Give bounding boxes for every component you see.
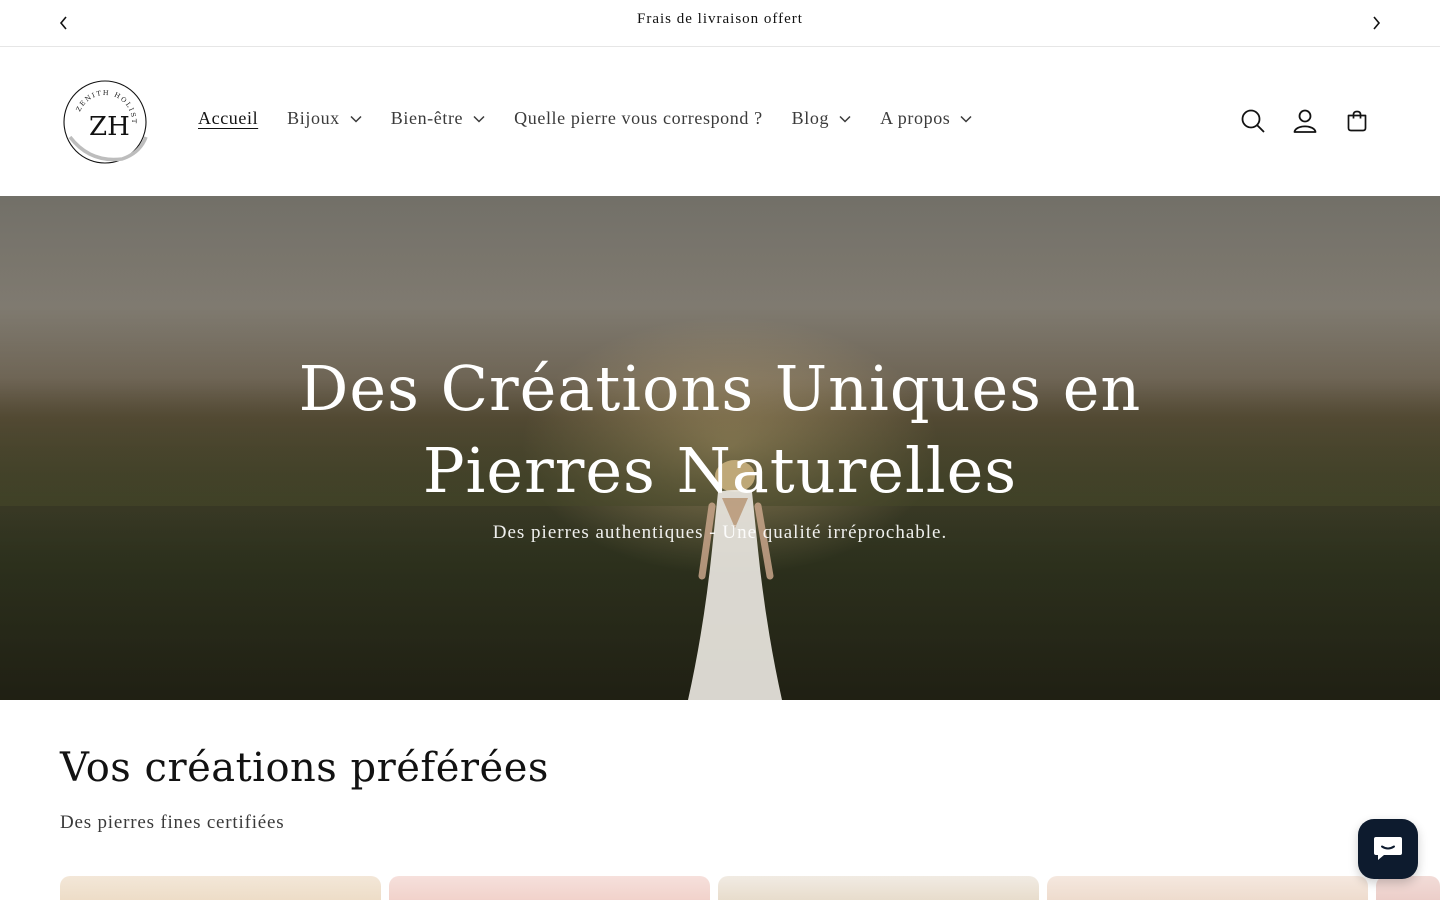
nav-item-quelle-pierre[interactable]: Quelle pierre vous correspond ? [514,108,763,129]
announcement-bar: Frais de livraison offert [0,0,1440,47]
announcement-next-button[interactable] [1364,12,1388,34]
hero-title: Des Créations Uniques en Pierres Naturel… [298,352,1142,507]
cart-icon [1347,110,1367,132]
collection-title: Vos créations préférées [60,745,549,791]
nav-item-label: A propos [880,108,951,128]
logo[interactable]: ZENITH HOLISTIC ZH [57,71,150,167]
chevron-down-icon [960,115,972,123]
product-card[interactable] [389,876,710,900]
nav-item-bijoux[interactable]: Bijoux [287,108,362,129]
account-icon [1293,109,1317,133]
nav-item-label: Blog [791,108,830,128]
nav-item-accueil[interactable]: Accueil [198,108,258,129]
announcement-text: Frais de livraison offert [637,11,803,27]
header-icons [1238,106,1372,136]
product-carousel [60,876,1440,900]
svg-text:ZH: ZH [89,112,130,142]
nav-item-blog[interactable]: Blog [792,108,851,129]
chat-button[interactable] [1358,819,1418,879]
nav-item-bien-etre[interactable]: Bien-être [391,108,485,129]
chevron-right-icon [1373,16,1381,30]
collection-subtitle: Des pierres fines certifiées [60,812,285,833]
search-button[interactable] [1238,106,1268,136]
nav-item-label: Accueil [198,108,259,128]
nav-item-label: Quelle pierre vous correspond ? [514,108,763,128]
nav-item-label: Bien-être [390,108,464,128]
product-card[interactable] [718,876,1039,900]
chat-bubble-icon [1374,837,1402,860]
product-card[interactable] [1376,876,1440,900]
account-button[interactable] [1290,106,1320,136]
hero-subtitle: Des pierres authentiques - Une qualité i… [492,522,948,543]
hero-banner: Des Créations Uniques en Pierres Naturel… [0,196,1440,700]
nav-item-label: Bijoux [287,108,340,128]
product-card[interactable] [1047,876,1368,900]
logo-mark: ZENITH HOLISTIC ZH [57,71,148,164]
chevron-down-icon [350,115,362,123]
cart-button[interactable] [1342,106,1372,136]
chevron-down-icon [473,115,485,123]
chevron-down-icon [839,115,851,123]
nav-item-a-propos[interactable]: A propos [880,108,972,129]
search-icon [1241,109,1265,133]
site-header: ZENITH HOLISTIC ZH Accueil Bijoux Bien-ê… [0,47,1440,196]
main-nav: Accueil Bijoux Bien-être Quelle pierre v… [198,108,1001,129]
product-card[interactable] [60,876,381,900]
